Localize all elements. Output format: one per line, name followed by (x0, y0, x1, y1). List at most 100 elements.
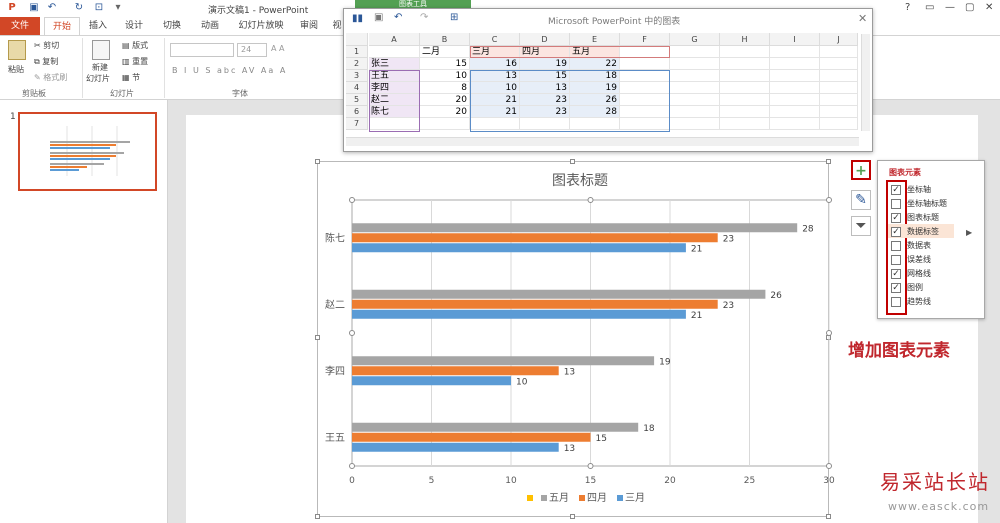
value-cell[interactable]: 20 (420, 106, 470, 118)
value-cell[interactable]: 10 (420, 70, 470, 82)
row-label-cell[interactable]: 李四 (369, 82, 420, 94)
empty-cell[interactable] (720, 46, 770, 58)
empty-cell[interactable] (670, 82, 720, 94)
checkbox[interactable] (891, 199, 901, 209)
row-header[interactable]: 1 (346, 46, 368, 58)
empty-cell[interactable] (720, 106, 770, 118)
empty-cell[interactable] (620, 70, 670, 82)
row-label-cell[interactable]: 张三 (369, 58, 420, 70)
vertical-scrollbar[interactable] (861, 34, 870, 131)
checkbox[interactable] (891, 241, 901, 251)
column-header[interactable]: J (820, 33, 858, 46)
empty-cell[interactable] (620, 106, 670, 118)
empty-cell[interactable] (670, 46, 720, 58)
chart-elements-plus-icon[interactable]: + (851, 160, 871, 180)
value-cell[interactable]: 22 (570, 58, 620, 70)
column-header[interactable]: I (770, 33, 820, 46)
row-label-cell[interactable]: 陈七 (369, 106, 420, 118)
value-cell[interactable]: 23 (520, 106, 570, 118)
empty-cell[interactable] (820, 106, 858, 118)
empty-cell[interactable] (720, 94, 770, 106)
column-header[interactable]: H (720, 33, 770, 46)
row-header[interactable]: 4 (346, 82, 368, 94)
row-header[interactable]: 3 (346, 70, 368, 82)
value-cell[interactable]: 26 (570, 94, 620, 106)
row-label-cell[interactable]: 赵二 (369, 94, 420, 106)
chart-styles-brush-icon[interactable]: ✎ (851, 190, 871, 210)
empty-cell[interactable] (770, 106, 820, 118)
chart-filters-funnel-icon[interactable]: ⏷ (851, 216, 871, 236)
empty-cell[interactable] (470, 118, 520, 130)
empty-cell[interactable] (620, 46, 670, 58)
header-cell[interactable]: 四月 (520, 46, 570, 58)
checkbox[interactable]: ✓ (891, 213, 901, 223)
save-icon[interactable]: ▣ (374, 12, 383, 23)
chart-element-label[interactable]: 误差线 (907, 253, 931, 267)
header-cell[interactable]: 三月 (470, 46, 520, 58)
column-header[interactable]: F (620, 33, 670, 46)
value-cell[interactable]: 19 (570, 82, 620, 94)
checkbox[interactable]: ✓ (891, 283, 901, 293)
value-cell[interactable]: 20 (420, 94, 470, 106)
value-cell[interactable]: 28 (570, 106, 620, 118)
value-cell[interactable]: 13 (520, 82, 570, 94)
value-cell[interactable]: 13 (470, 70, 520, 82)
empty-cell[interactable] (820, 58, 858, 70)
edit-in-excel-icon[interactable]: ⊞ (450, 12, 458, 23)
chart-element-label[interactable]: 图例 (907, 281, 923, 295)
empty-cell[interactable] (620, 118, 670, 130)
empty-cell[interactable] (620, 94, 670, 106)
empty-cell[interactable] (720, 58, 770, 70)
empty-cell[interactable] (570, 118, 620, 130)
empty-cell[interactable] (770, 58, 820, 70)
column-header[interactable]: A (369, 33, 420, 46)
redo-icon[interactable]: ↷ (420, 12, 428, 23)
empty-cell[interactable] (720, 70, 770, 82)
chart-element-label[interactable]: 图表标题 (907, 211, 939, 225)
empty-cell[interactable] (420, 118, 470, 130)
empty-cell[interactable] (820, 70, 858, 82)
value-cell[interactable]: 21 (470, 106, 520, 118)
checkbox[interactable]: ✓ (891, 185, 901, 195)
select-all-corner[interactable] (346, 33, 368, 46)
empty-cell[interactable] (820, 46, 858, 58)
header-cell[interactable]: 五月 (570, 46, 620, 58)
header-cell[interactable] (369, 46, 420, 58)
empty-cell[interactable] (820, 82, 858, 94)
value-cell[interactable]: 8 (420, 82, 470, 94)
empty-cell[interactable] (620, 82, 670, 94)
chart-element-label[interactable]: 数据表 (907, 239, 931, 253)
column-header[interactable]: B (420, 33, 470, 46)
row-label-cell[interactable]: 王五 (369, 70, 420, 82)
value-cell[interactable]: 10 (470, 82, 520, 94)
value-cell[interactable]: 16 (470, 58, 520, 70)
column-header[interactable]: E (570, 33, 620, 46)
value-cell[interactable]: 19 (520, 58, 570, 70)
empty-cell[interactable] (620, 58, 670, 70)
empty-cell[interactable] (670, 94, 720, 106)
empty-cell[interactable] (670, 70, 720, 82)
empty-cell[interactable] (820, 94, 858, 106)
empty-cell[interactable] (670, 118, 720, 130)
close-icon[interactable]: ✕ (858, 12, 867, 25)
chart-element-label[interactable]: 数据标签 (907, 225, 939, 239)
column-header[interactable]: D (520, 33, 570, 46)
undo-icon[interactable]: ↶ (394, 12, 402, 23)
empty-cell[interactable] (720, 118, 770, 130)
checkbox[interactable] (891, 297, 901, 307)
header-cell[interactable]: 二月 (420, 46, 470, 58)
checkbox[interactable] (891, 255, 901, 265)
column-header[interactable]: C (470, 33, 520, 46)
value-cell[interactable]: 15 (520, 70, 570, 82)
empty-cell[interactable] (670, 58, 720, 70)
empty-cell[interactable] (770, 82, 820, 94)
empty-cell[interactable] (770, 118, 820, 130)
row-header[interactable]: 6 (346, 106, 368, 118)
row-header[interactable]: 5 (346, 94, 368, 106)
value-cell[interactable]: 18 (570, 70, 620, 82)
empty-cell[interactable] (820, 118, 858, 130)
empty-cell[interactable] (770, 94, 820, 106)
value-cell[interactable]: 15 (420, 58, 470, 70)
checkbox[interactable]: ✓ (891, 269, 901, 279)
chart-element-label[interactable]: 坐标轴标题 (907, 197, 947, 211)
